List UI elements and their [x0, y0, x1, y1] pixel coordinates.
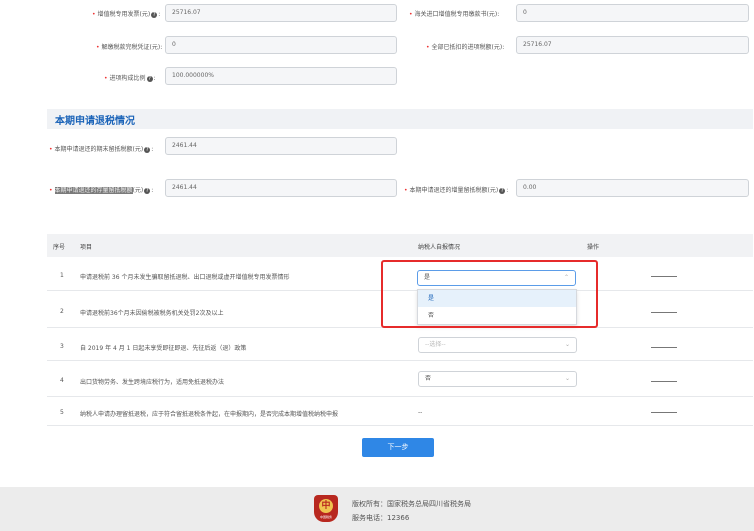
row-no: 4	[60, 377, 64, 384]
section-title: 本期申请退税情况	[55, 116, 135, 127]
row-item: 申请退税前 36 个月未发生骗取留抵退税、出口退税或虚开增值税专用发票情形	[80, 274, 290, 281]
emblem-icon: 中	[319, 499, 333, 513]
table-row: 4 出口货物劳务、发生跨境应税行为，适用免抵退税办法 否 ⌄	[47, 361, 753, 397]
footer-phone: 服务电话：12366	[352, 514, 410, 522]
self-report-value: --	[418, 409, 423, 416]
col-header-no: 序号	[53, 244, 66, 251]
table-header: 序号 项目 纳税人自报情况 操作	[47, 234, 753, 257]
tax-voucher-label: • 解缴税款完税凭证(元):	[96, 44, 163, 51]
row-no: 5	[60, 409, 64, 416]
help-icon[interactable]: ?	[151, 11, 158, 18]
help-icon[interactable]: ?	[144, 146, 151, 153]
ratio-label: • 进项构成比例?:	[104, 75, 156, 82]
section-header-bar	[47, 109, 753, 129]
self-report-select[interactable]: 否 ⌄	[418, 371, 577, 387]
operation-placeholder	[651, 412, 677, 413]
customs-label: • 海关进口增值税专用缴款书(元):	[409, 11, 500, 18]
help-icon[interactable]: ?	[144, 187, 151, 194]
increment-field[interactable]: 0.00	[516, 179, 749, 197]
self-report-select[interactable]: --选择-- ⌄	[418, 337, 577, 353]
increment-label: • 本期申请退还的增量留抵税额(元)?:	[404, 187, 509, 194]
row-item: 申请退税前36个月未因偷税被税务机关处罚2次及以上	[80, 310, 224, 317]
end-balance-label: • 本期申请退还的期末留抵税额(元)?:	[49, 146, 154, 153]
chevron-down-icon: ⌄	[564, 341, 570, 348]
tax-bureau-logo: 中 中国税务	[314, 495, 338, 522]
row-item: 自 2019 年 4 月 1 日起未享受即征即退、先征后返（退）政策	[80, 345, 247, 352]
end-balance-field[interactable]: 2461.44	[165, 137, 397, 155]
total-deducted-field[interactable]: 25716.07	[516, 36, 749, 54]
table-row: 5 纳税人申请办理留抵退税，应于符合留抵退税条件起，在申报期内，是否完成本期增值…	[47, 397, 753, 426]
footer	[0, 487, 754, 531]
row-item: 纳税人申请办理留抵退税，应于符合留抵退税条件起，在申报期内，是否完成本期增值税纳…	[80, 411, 339, 418]
next-step-button[interactable]: 下一步	[362, 438, 434, 457]
highlight-annotation-box	[381, 260, 598, 328]
total-deducted-label: • 全部已抵扣的进项税额(元):	[426, 44, 505, 51]
row-no: 3	[60, 343, 64, 350]
col-header-operation: 操作	[587, 244, 600, 251]
tax-voucher-field[interactable]: 0	[165, 36, 397, 54]
vat-invoice-field[interactable]: 25716.07	[165, 4, 397, 22]
operation-placeholder	[651, 381, 677, 382]
ratio-field[interactable]: 100.000000%	[165, 67, 397, 85]
operation-placeholder	[651, 276, 677, 277]
stock-field[interactable]: 2461.44	[165, 179, 397, 197]
help-icon[interactable]: ?	[499, 187, 506, 194]
footer-copyright: 版权所有：国家税务总局四川省税务局	[352, 500, 471, 508]
help-icon[interactable]: ?	[146, 75, 153, 82]
operation-placeholder	[651, 312, 677, 313]
row-no: 2	[60, 308, 64, 315]
customs-field[interactable]: 0	[516, 4, 749, 22]
logo-caption: 中国税务	[319, 515, 332, 519]
chevron-down-icon: ⌄	[564, 375, 570, 382]
vat-invoice-label: • 增值税专用发票(元)?:	[92, 11, 161, 18]
stock-label: • 本期申请退还的存量留抵税额(元)?:	[49, 187, 154, 194]
operation-placeholder	[651, 347, 677, 348]
col-header-item: 项目	[80, 244, 93, 251]
table-row: 3 自 2019 年 4 月 1 日起未享受即征即退、先征后返（退）政策 --选…	[47, 328, 753, 361]
row-no: 1	[60, 272, 64, 279]
row-item: 出口货物劳务、发生跨境应税行为，适用免抵退税办法	[80, 379, 225, 386]
col-header-self-report: 纳税人自报情况	[418, 244, 461, 251]
